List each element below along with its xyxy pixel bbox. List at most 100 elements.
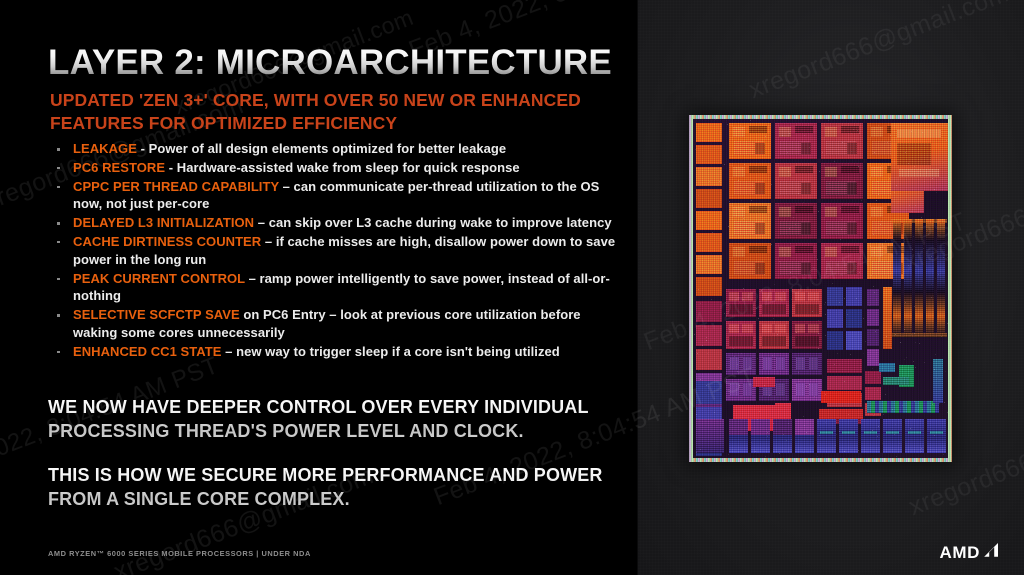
die-speckle: [851, 133, 852, 134]
die-speckle: [911, 211, 912, 212]
die-speckle: [895, 334, 896, 335]
die-speckle: [921, 448, 922, 449]
page-title: LAYER 2: MICROARCHITECTURE: [48, 43, 612, 83]
die-speckle: [790, 174, 791, 175]
die-speckle: [700, 379, 701, 380]
die-speckle: [885, 241, 886, 242]
die-speckle: [904, 359, 905, 360]
die-speckle: [853, 129, 854, 130]
die-block: [779, 127, 791, 137]
die-speckle: [943, 454, 944, 455]
die-speckle: [908, 163, 909, 164]
die-speckle: [737, 364, 738, 365]
die-speckle: [912, 249, 913, 250]
die-speckle: [725, 302, 726, 303]
die-speckle: [861, 200, 862, 201]
die-speckle: [793, 217, 794, 218]
die-speckle: [834, 161, 835, 162]
die-speckle: [791, 439, 792, 440]
die-block: [729, 292, 739, 301]
die-speckle: [828, 175, 829, 176]
feature-bullet-description: – can skip over L3 cache during wake to …: [254, 215, 612, 231]
die-block: [908, 431, 921, 434]
die-speckle: [719, 181, 720, 182]
die-block: [847, 183, 857, 194]
die-block: [871, 167, 883, 177]
die-speckle: [838, 251, 839, 252]
die-speckle: [914, 401, 915, 402]
die-block: [891, 333, 947, 337]
feature-bullet-label: DELAYED L3 INITIALIZATION: [73, 215, 255, 231]
die-block: [696, 233, 722, 252]
die-speckle: [915, 205, 916, 206]
die-speckle: [902, 405, 903, 406]
die-speckle: [876, 200, 877, 201]
die-speckle: [841, 219, 842, 220]
die-speckle: [856, 298, 857, 299]
die-block: [733, 127, 745, 137]
die-block: [775, 403, 791, 419]
die-speckle: [806, 386, 807, 387]
die-block: [762, 336, 786, 346]
die-speckle: [828, 120, 829, 121]
die-block: [809, 383, 818, 396]
die-block: [817, 419, 836, 453]
die-speckle: [798, 372, 799, 373]
die-block: [755, 263, 765, 274]
die-block: [842, 431, 855, 434]
die-speckle: [696, 452, 697, 453]
die-block: [696, 277, 722, 296]
die-speckle: [938, 274, 939, 275]
die-speckle: [921, 285, 922, 286]
die-speckle: [850, 354, 851, 355]
die-block: [827, 309, 843, 328]
die-speckle: [748, 209, 749, 210]
die-block: [808, 292, 819, 301]
die-speckle: [891, 272, 892, 273]
die-speckle: [927, 230, 928, 231]
die-speckle: [818, 348, 819, 349]
die-block: [795, 246, 813, 253]
die-speckle: [878, 377, 879, 378]
die-block: [886, 431, 899, 434]
die-speckle: [824, 304, 825, 305]
die-speckle: [764, 274, 765, 275]
die-speckle: [734, 356, 735, 357]
die-speckle: [878, 125, 879, 126]
die-speckle: [746, 382, 747, 383]
die-speckle: [714, 412, 715, 413]
die-block: [879, 363, 895, 372]
feature-bullet-label: PC6 RESTORE: [73, 159, 166, 175]
die-speckle: [913, 236, 914, 237]
die-speckle: [895, 424, 896, 425]
die-block: [904, 219, 912, 337]
die-block: [867, 309, 879, 326]
feature-bullet-label: CPPC PER THREAD CAPABILITY: [73, 178, 279, 194]
die-speckle: [908, 265, 909, 266]
die-block: [696, 167, 722, 186]
die-speckle: [829, 183, 830, 184]
die-speckle: [934, 435, 935, 436]
feature-bullet-item: CPPC PER THREAD CAPABILITY – can communi…: [50, 178, 620, 214]
feature-bullet-list: LEAKAGE - Power of all design elements o…: [50, 140, 620, 362]
die-block: [733, 405, 775, 419]
slide-root: xregord666@gmail.com xregord666@gmail.co…: [0, 0, 1024, 575]
die-speckle: [755, 165, 756, 166]
die-speckle: [695, 149, 696, 150]
die-block: [867, 401, 939, 413]
die-speckle: [795, 224, 796, 225]
feature-bullet-item: LEAKAGE - Power of all design elements o…: [50, 140, 620, 158]
die-block: [795, 292, 805, 301]
die-speckle: [825, 394, 826, 395]
amd-logo-wordmark: AMD: [939, 543, 980, 562]
die-speckle: [844, 381, 845, 382]
die-block: [795, 126, 813, 133]
die-speckle: [894, 192, 895, 193]
die-speckle: [790, 243, 791, 244]
die-speckle: [937, 378, 938, 379]
feature-bullet-item: CACHE DIRTINESS COUNTER – if cache misse…: [50, 233, 620, 269]
die-speckle: [769, 395, 770, 396]
die-speckle: [939, 403, 940, 404]
die-speckle: [825, 314, 826, 315]
die-speckle: [701, 239, 702, 240]
